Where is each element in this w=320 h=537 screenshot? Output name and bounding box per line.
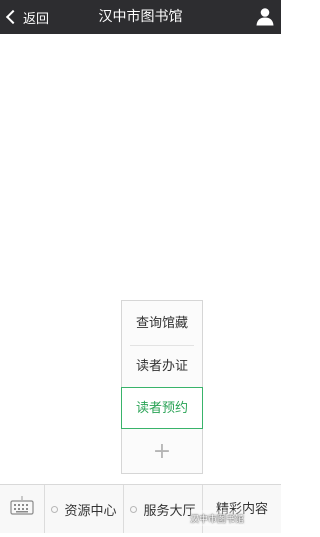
menu-resource-center[interactable]: 资源中心 — [45, 485, 123, 533]
keyboard-icon — [10, 496, 34, 515]
user-icon — [256, 8, 274, 26]
add-icon[interactable]: + — [122, 431, 202, 473]
submenu-item-reader-card[interactable]: 读者办证 — [122, 346, 202, 388]
back-label: 返回 — [23, 11, 50, 27]
submenu-indicator-icon — [130, 505, 138, 513]
user-profile-button[interactable] — [255, 6, 275, 26]
back-button[interactable]: 返回 — [5, 0, 49, 34]
chevron-left-icon — [5, 9, 21, 25]
submenu-indicator-icon — [51, 505, 59, 513]
submenu-item-reader-reservation[interactable]: 读者预约 — [121, 387, 203, 429]
menu-label: 资源中心 — [64, 503, 117, 519]
top-nav-bar: 返回 汉中市图书馆 — [0, 0, 281, 34]
watermark-text: 汉中市图书馆 — [190, 514, 245, 525]
menu-label: 服务大厅 — [143, 503, 196, 519]
submenu-item-search-collection[interactable]: 查询馆藏 — [122, 303, 202, 345]
watermark: 汉中市图书馆 — [190, 510, 245, 526]
service-submenu: 查询馆藏 读者办证 读者预约 + — [121, 300, 203, 474]
keyboard-toggle-button[interactable] — [0, 485, 44, 533]
